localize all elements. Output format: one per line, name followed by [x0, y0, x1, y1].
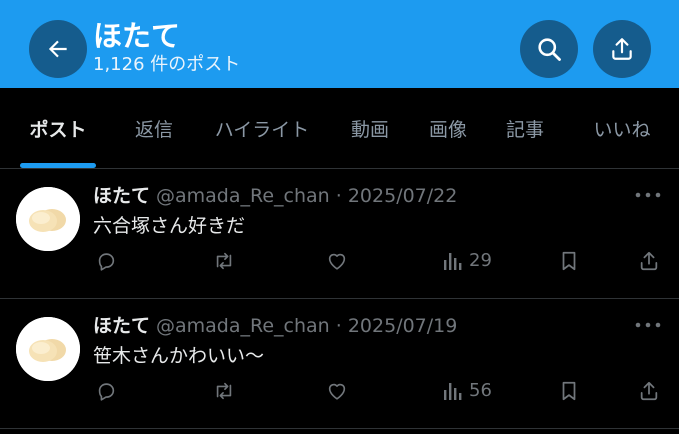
header-title-block: ほたて 1,126 件のポスト [93, 18, 240, 76]
reply-icon [98, 383, 115, 401]
avatar[interactable] [16, 187, 80, 251]
post-handle-date[interactable]: @amada_Re_chan · 2025/07/19 [156, 315, 457, 337]
profile-name: ほたて [93, 19, 181, 53]
share-icon [640, 251, 658, 271]
post-item[interactable]: ほたて @amada_Re_chan · 2025/07/22 六合塚さん好きだ … [0, 169, 679, 299]
views-button[interactable]: 29 [443, 247, 492, 275]
bookmark-icon [562, 251, 576, 271]
post-header: ほたて @amada_Re_chan · 2025/07/22 [93, 183, 457, 209]
avatar-image [16, 317, 80, 381]
like-button[interactable] [326, 377, 348, 405]
tab-likes[interactable]: いいね [585, 88, 659, 168]
share-button[interactable] [638, 247, 660, 275]
like-icon [328, 253, 346, 270]
bookmark-button[interactable] [559, 247, 579, 275]
repost-icon [216, 382, 232, 400]
tab-images[interactable]: 画像 [418, 88, 478, 168]
more-button[interactable] [632, 185, 664, 205]
views-icon [444, 253, 462, 270]
more-button[interactable] [632, 315, 664, 335]
post-text: 六合塚さん好きだ [93, 215, 246, 237]
post-text: 笹木さんかわいい〜 [93, 345, 265, 367]
share-button[interactable] [638, 377, 660, 405]
views-icon [444, 383, 462, 400]
tab-videos[interactable]: 動画 [340, 88, 400, 168]
repost-button[interactable] [212, 377, 236, 405]
tab-articles[interactable]: 記事 [495, 88, 555, 168]
like-icon [328, 383, 346, 400]
search-icon [538, 38, 561, 61]
reply-icon [98, 253, 115, 271]
profile-tabs: ポスト 返信 ハイライト 動画 画像 記事 いいね [0, 88, 679, 169]
share-icon [640, 381, 658, 401]
bookmark-icon [562, 381, 576, 401]
more-icon [635, 192, 661, 198]
tab-posts[interactable]: ポスト [20, 88, 96, 168]
bookmark-button[interactable] [559, 377, 579, 405]
avatar[interactable] [16, 317, 80, 381]
back-button[interactable] [29, 20, 87, 78]
arrow-left-icon [48, 40, 67, 58]
repost-icon [216, 252, 232, 270]
more-icon [635, 322, 661, 328]
profile-header: ほたて 1,126 件のポスト [0, 0, 679, 88]
share-icon [612, 38, 632, 60]
views-button[interactable]: 56 [443, 377, 492, 405]
post-author-name[interactable]: ほたて [93, 185, 150, 207]
share-profile-button[interactable] [593, 20, 651, 78]
post-item[interactable]: ほたて @amada_Re_chan · 2025/07/19 笹木さんかわいい〜… [0, 299, 679, 429]
reply-button[interactable] [95, 247, 117, 275]
post-author-name[interactable]: ほたて [93, 315, 150, 337]
active-tab-indicator [20, 163, 96, 168]
repost-button[interactable] [212, 247, 236, 275]
views-count: 29 [469, 250, 492, 271]
views-count: 56 [469, 380, 492, 401]
post-header: ほたて @amada_Re_chan · 2025/07/19 [93, 313, 457, 339]
reply-button[interactable] [95, 377, 117, 405]
tab-replies[interactable]: 返信 [124, 88, 184, 168]
search-button[interactable] [520, 20, 578, 78]
post-count: 1,126 件のポスト [93, 54, 241, 75]
post-handle-date[interactable]: @amada_Re_chan · 2025/07/22 [156, 185, 457, 207]
tab-highlights[interactable]: ハイライト [205, 88, 319, 168]
like-button[interactable] [326, 247, 348, 275]
avatar-image [16, 187, 80, 251]
